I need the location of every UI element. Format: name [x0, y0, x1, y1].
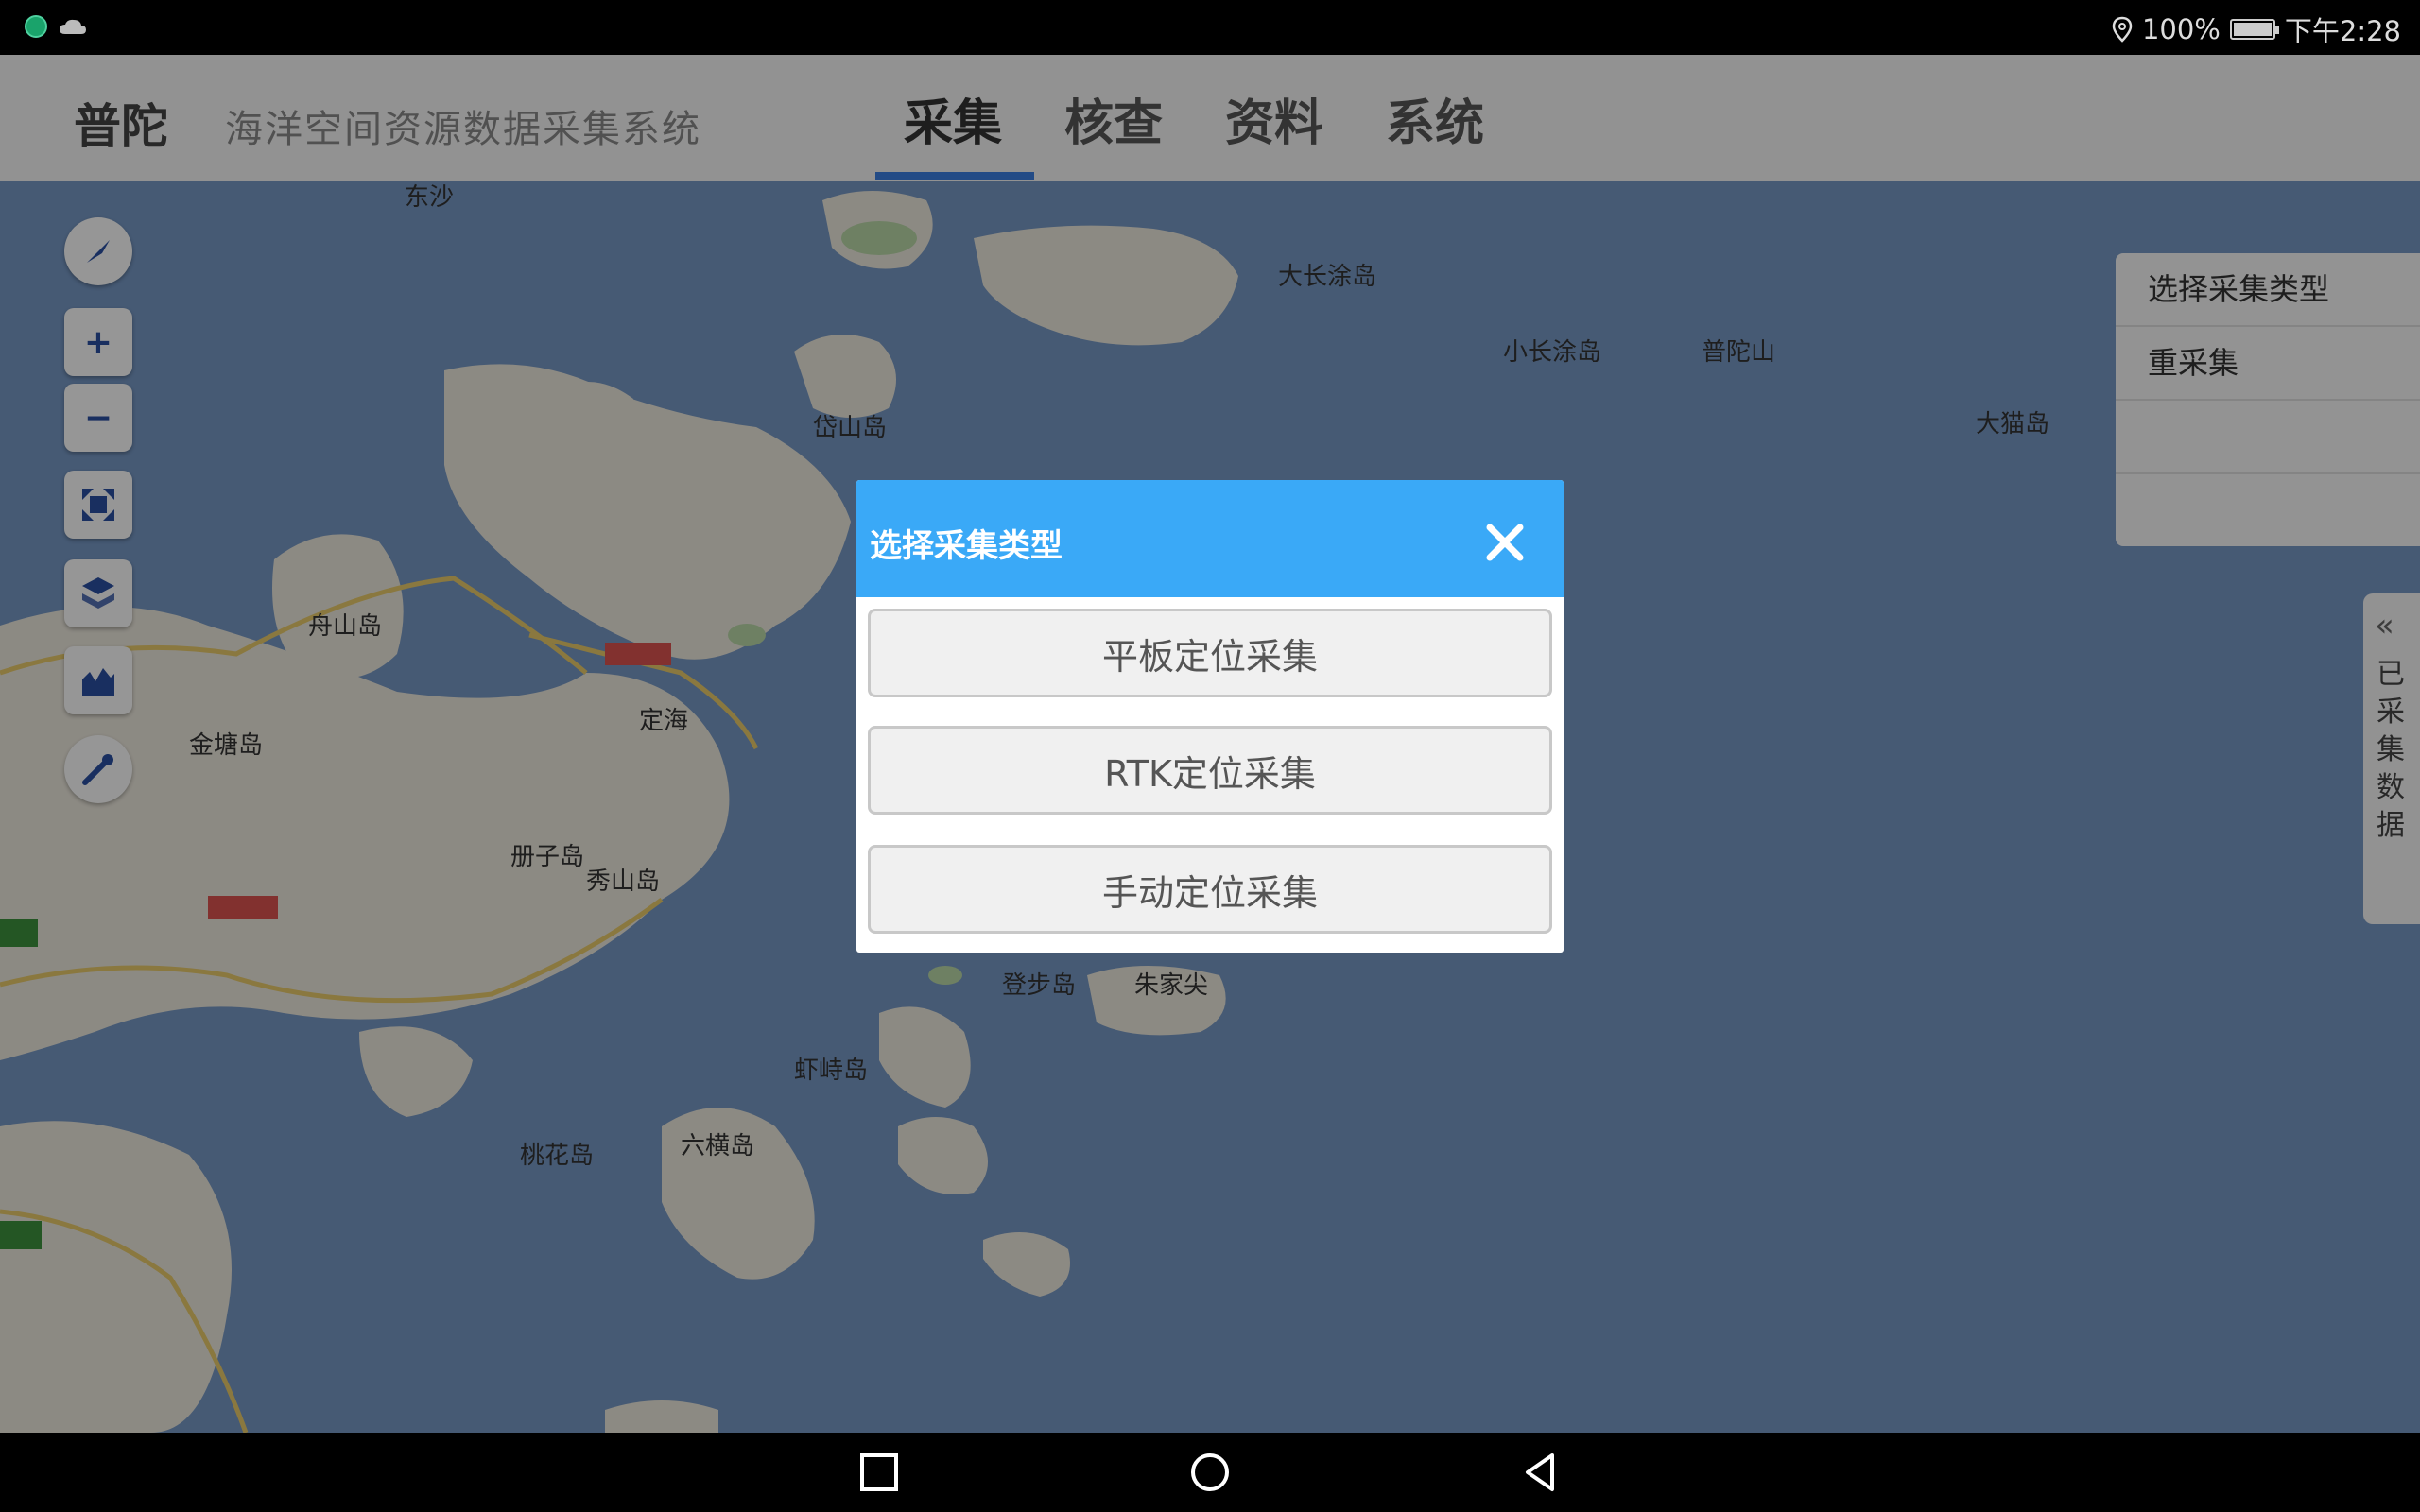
recent-apps-icon[interactable]	[858, 1452, 900, 1493]
cloud-icon	[60, 19, 86, 34]
clock: 下午2:28	[2284, 15, 2401, 47]
status-right: 100% 下午2:28	[2112, 9, 2401, 49]
dialog-title: 选择采集类型	[870, 527, 1063, 565]
status-left	[25, 15, 87, 38]
close-icon[interactable]	[1477, 514, 1533, 571]
tablet-location-collect-button[interactable]: 平板定位采集	[868, 609, 1552, 697]
rtk-location-collect-button[interactable]: RTK定位采集	[868, 726, 1552, 815]
battery-percent: 100%	[2141, 13, 2221, 45]
location-icon	[2112, 16, 2133, 43]
navigation-bar	[0, 1433, 2420, 1512]
status-bar: 100% 下午2:28	[0, 0, 2420, 55]
dialog-header: 选择采集类型	[856, 480, 1564, 597]
home-icon[interactable]	[1189, 1452, 1231, 1493]
select-collect-type-dialog: 选择采集类型 平板定位采集 RTK定位采集 手动定位采集	[856, 480, 1564, 953]
battery-charging-icon	[2229, 19, 2279, 40]
back-icon[interactable]	[1520, 1452, 1562, 1493]
manual-location-collect-button[interactable]: 手动定位采集	[868, 845, 1552, 934]
app-icon	[25, 15, 47, 38]
